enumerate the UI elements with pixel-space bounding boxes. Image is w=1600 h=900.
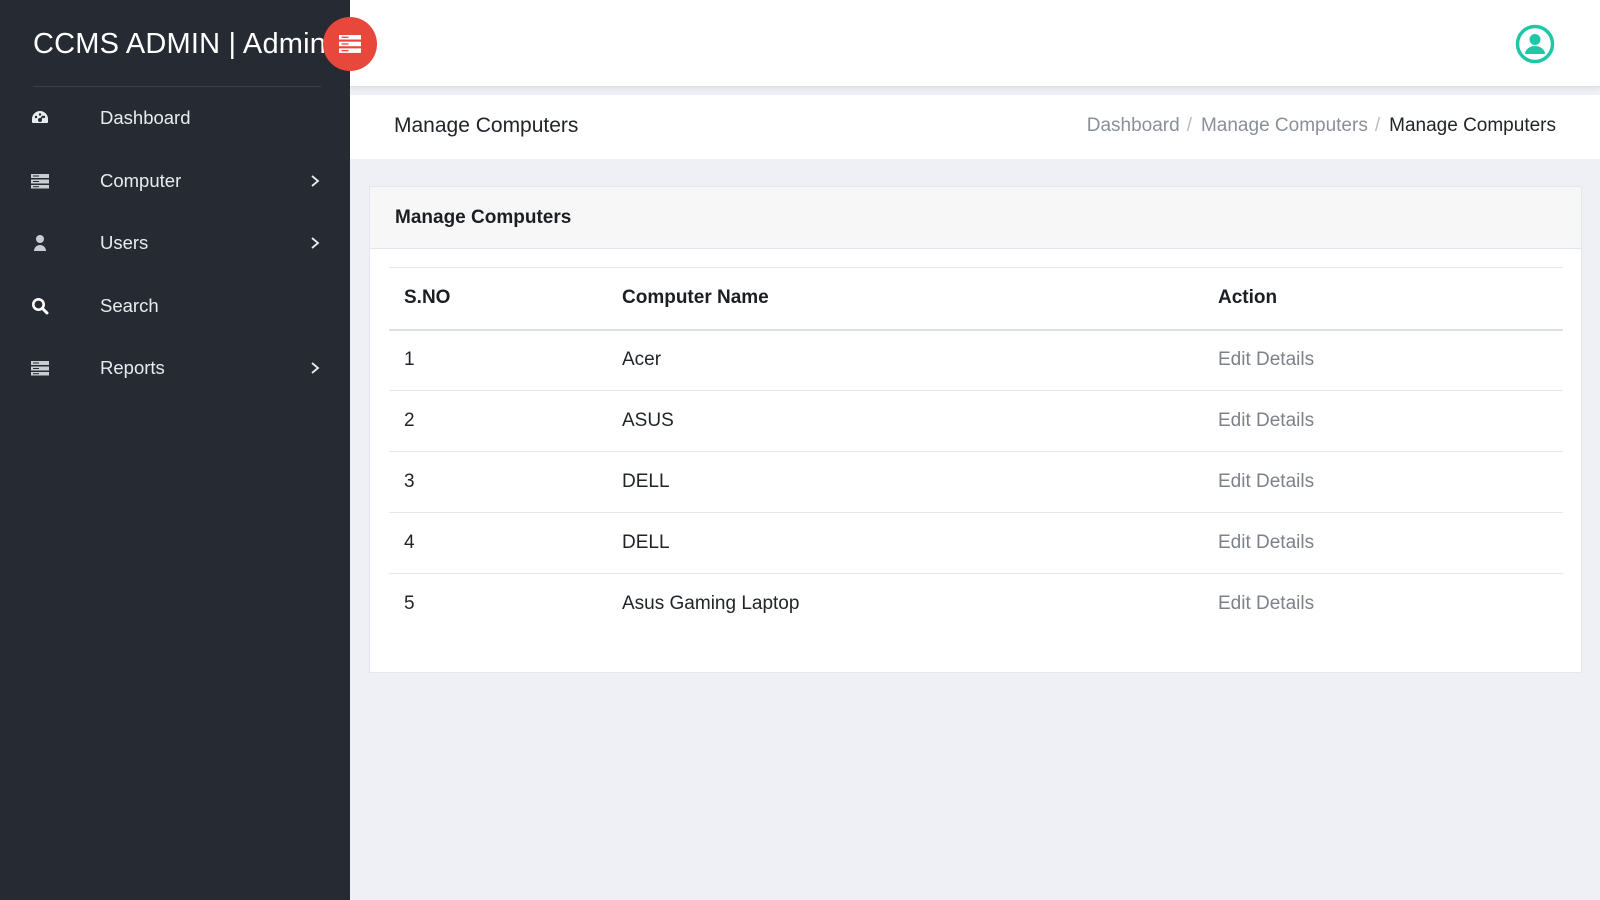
cell-computer-name: DELL [622,532,670,553]
sidebar-item-search[interactable]: Search [0,275,350,338]
cell-computer-name: DELL [622,471,670,492]
menu-toggle-icon [339,35,361,53]
breadcrumb-current: Manage Computers [1389,115,1556,136]
column-header-action[interactable]: Action [1203,268,1563,330]
user-icon [30,233,50,253]
sidebar-nav: Dashboard Computer Users Search Reports [0,87,350,400]
breadcrumb-manage-computers[interactable]: Manage Computers [1201,115,1368,137]
sidebar-item-label: Computer [100,169,182,191]
edit-details-link[interactable]: Edit Details [1218,349,1314,370]
sidebar: CCMS ADMIN | Admin Dashboard Computer Us… [0,0,350,900]
chevron-right-icon [311,362,320,374]
edit-details-link[interactable]: Edit Details [1218,532,1314,553]
column-header-computer-name[interactable]: Computer Name [607,268,1203,330]
breadcrumb-separator: / [1186,115,1192,136]
breadcrumb-dashboard[interactable]: Dashboard [1087,115,1180,137]
computers-table: S.NO Computer Name Action 1 Acer Edit De… [389,267,1563,635]
sidebar-item-dashboard[interactable]: Dashboard [0,87,350,150]
breadcrumb-separator: / [1374,115,1381,136]
cell-computer-name: Asus Gaming Laptop [622,593,800,615]
sidebar-item-label: Reports [100,357,165,379]
column-header-sno[interactable]: S.NO [389,268,607,330]
manage-computers-card: Manage Computers S.NO Computer Name Acti… [369,186,1582,673]
card-header: Manage Computers [370,187,1581,249]
sidebar-item-reports[interactable]: Reports [0,337,350,400]
card-title: Manage Computers [395,207,572,228]
table-row: 1 Acer Edit Details [389,330,1563,391]
sidebar-item-label: Search [100,294,159,316]
cell-sno: 3 [404,471,415,492]
chevron-right-icon [311,175,320,187]
server-icon [30,358,50,378]
sidebar-item-label: Users [100,232,149,254]
user-circle-icon[interactable] [1515,24,1555,64]
table-row: 4 DELL Edit Details [389,513,1563,574]
breadcrumb: Dashboard / Manage Computers / Manage Co… [1087,115,1556,137]
cell-computer-name: ASUS [622,410,674,431]
cell-sno: 2 [404,410,415,431]
table-row: 3 DELL Edit Details [389,452,1563,513]
sidebar-item-label: Dashboard [100,107,191,129]
sidebar-item-computer[interactable]: Computer [0,150,350,213]
search-icon [30,296,50,316]
table-header-row: S.NO Computer Name Action [389,267,1563,330]
cell-sno: 5 [404,593,415,615]
cell-sno: 4 [404,532,415,553]
edit-details-link[interactable]: Edit Details [1218,593,1314,614]
brand-title: CCMS ADMIN | Admin [33,28,327,60]
chevron-right-icon [311,237,320,249]
cell-sno: 1 [404,349,415,371]
menu-toggle-button[interactable] [323,17,377,71]
sidebar-item-users[interactable]: Users [0,212,350,275]
edit-details-link[interactable]: Edit Details [1218,410,1314,431]
edit-details-link[interactable]: Edit Details [1218,471,1314,492]
dashboard-icon [30,108,50,128]
page-title: Manage Computers [394,114,579,137]
top-navbar [350,0,1600,87]
cell-computer-name: Acer [622,349,662,371]
server-icon [30,171,50,191]
table-row: 5 Asus Gaming Laptop Edit Details [389,574,1563,635]
table-row: 2 ASUS Edit Details [389,391,1563,452]
page-header: Manage Computers Dashboard / Manage Comp… [350,95,1600,159]
